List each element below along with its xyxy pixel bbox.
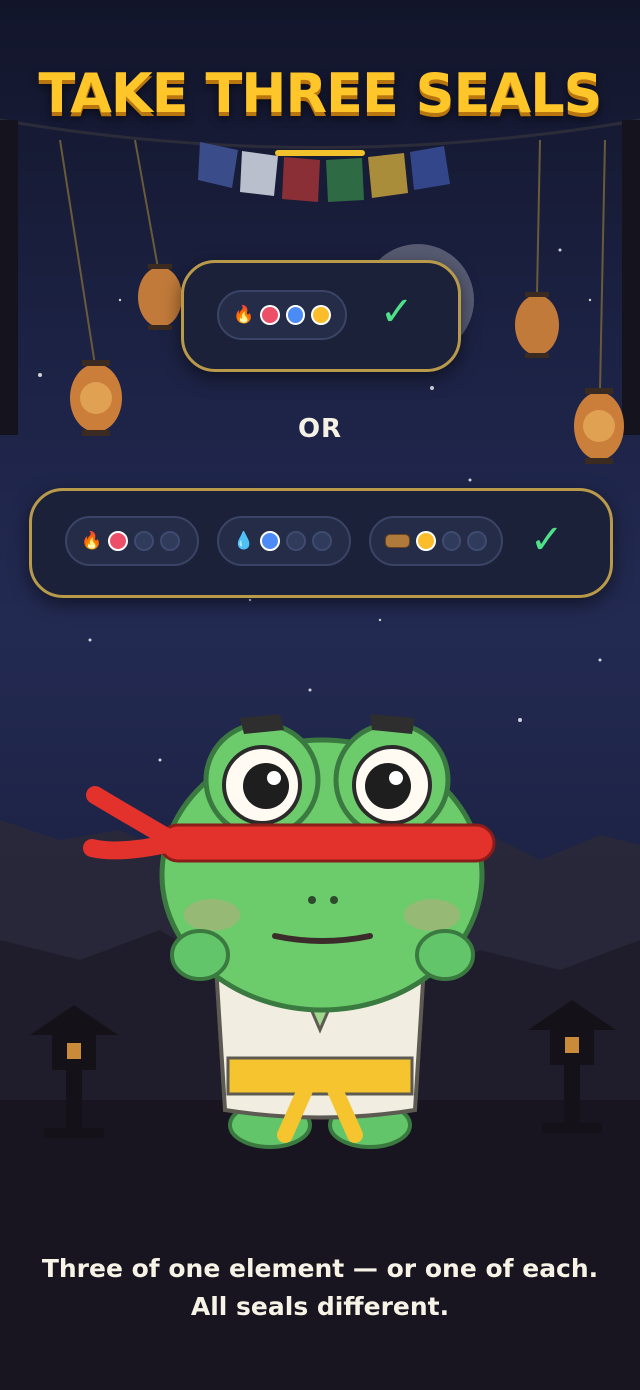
seal-red (260, 305, 280, 325)
caption-line-2: All seals different. (190, 1292, 450, 1321)
game-screen: TAKE THREE SEALS 🔥 ✓ OR 🔥 💧 ✓ Three of o… (0, 0, 640, 1390)
seal-empty (312, 531, 333, 551)
instruction-caption: Three of one element — or one of each. A… (20, 1250, 620, 1326)
wood-log-icon (385, 534, 411, 548)
seal-empty (441, 531, 462, 551)
seal-red (108, 531, 129, 551)
check-icon: ✓ (530, 517, 564, 563)
seal-blue (260, 531, 281, 551)
seal-empty (286, 531, 307, 551)
seal-blue (285, 305, 306, 325)
seal-pill-fire-triple: 🔥 (217, 290, 347, 340)
fire-icon: 🔥 (81, 531, 103, 551)
seal-yellow (311, 305, 331, 325)
seal-empty (160, 531, 181, 551)
or-separator: OR (297, 414, 343, 444)
caption-line-1: Three of one element — or one of each. (41, 1254, 599, 1283)
seal-pill-fire: 🔥 (65, 516, 199, 566)
water-drop-icon: 💧 (233, 531, 255, 551)
seal-empty (134, 531, 155, 551)
seal-pill-wood (369, 516, 503, 566)
check-icon: ✓ (380, 289, 414, 335)
seal-pill-water: 💧 (217, 516, 351, 566)
option-one-each-panel[interactable]: 🔥 💧 ✓ (29, 488, 613, 598)
option-same-element-panel[interactable]: 🔥 ✓ (181, 260, 461, 372)
seal-empty (467, 531, 488, 551)
frog-ninja-mascot (83, 714, 496, 1149)
night-background (0, 118, 640, 1390)
title-underline (275, 150, 365, 156)
seal-yellow (416, 531, 436, 551)
page-title: TAKE THREE SEALS (38, 62, 602, 125)
fire-icon: 🔥 (233, 305, 255, 325)
